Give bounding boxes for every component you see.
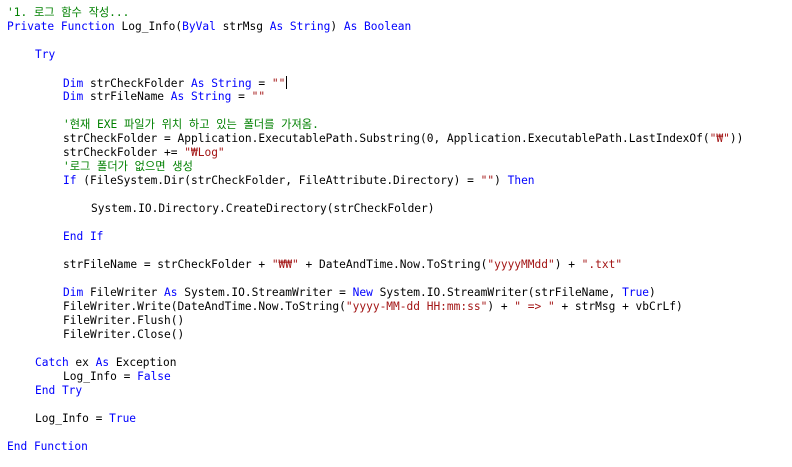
code-token: )) bbox=[729, 132, 744, 145]
code-line[interactable]: strCheckFolder += "₩Log" bbox=[63, 146, 225, 160]
code-token: strCheckFolder = Application.ExecutableP… bbox=[63, 132, 710, 145]
keyword-token: False bbox=[137, 370, 171, 383]
code-token: ) + bbox=[487, 300, 515, 313]
code-token: Log_Info( bbox=[114, 20, 183, 33]
keyword-token: ByVal bbox=[182, 20, 216, 33]
keyword-token: New bbox=[352, 286, 373, 299]
text-caret bbox=[286, 76, 288, 89]
code-line[interactable]: '로그 폴더가 없으면 생성 bbox=[63, 160, 193, 174]
keyword-token: End Function bbox=[7, 440, 88, 453]
code-line[interactable]: Log_Info = True bbox=[35, 412, 136, 426]
keyword-token: Dim bbox=[63, 286, 84, 299]
code-line[interactable]: FileWriter.Flush() bbox=[63, 314, 184, 328]
keyword-token: As String bbox=[191, 77, 252, 90]
keyword-token: As bbox=[95, 356, 110, 369]
comment-token: '1. 로그 함수 작성... bbox=[7, 6, 130, 19]
keyword-token: Dim bbox=[63, 77, 84, 90]
string-token: "yyyy-MM-dd HH:mm:ss" bbox=[345, 300, 488, 313]
keyword-token: Dim bbox=[63, 90, 84, 103]
code-token: System.IO.StreamWriter(strFileName, bbox=[372, 286, 623, 299]
code-line[interactable]: Dim strFileName As String = "" bbox=[63, 90, 265, 104]
code-line[interactable]: Log_Info = False bbox=[63, 370, 171, 384]
code-token: strFileName bbox=[83, 90, 171, 103]
keyword-token: As String bbox=[170, 90, 232, 103]
code-token: = bbox=[231, 90, 252, 103]
string-token: "" bbox=[271, 77, 286, 90]
string-token: " => " bbox=[514, 300, 555, 313]
code-token: ) bbox=[494, 174, 508, 187]
keyword-token: End If bbox=[63, 230, 104, 243]
string-token: "₩₩" bbox=[271, 258, 299, 271]
code-token: FileWriter.Write(DateAndTime.Now.ToStrin… bbox=[63, 300, 346, 313]
code-line[interactable]: FileWriter.Close() bbox=[63, 328, 184, 342]
keyword-token: As bbox=[164, 286, 178, 299]
code-line[interactable]: End If bbox=[63, 230, 103, 244]
keyword-token: As String bbox=[269, 20, 331, 33]
code-token: ) bbox=[649, 286, 656, 299]
keyword-token: True bbox=[622, 286, 650, 299]
code-line[interactable]: End Try bbox=[35, 384, 82, 398]
code-token: System.IO.StreamWriter = bbox=[177, 286, 353, 299]
comment-token: '로그 폴더가 없으면 생성 bbox=[63, 160, 193, 173]
code-line[interactable]: Try bbox=[35, 48, 55, 62]
code-token: (FileSystem.Dir(strCheckFolder, FileAttr… bbox=[76, 174, 481, 187]
code-token: System.IO.Directory.CreateDirectory(strC… bbox=[91, 202, 435, 215]
code-line[interactable]: strFileName = strCheckFolder + "₩₩" + Da… bbox=[63, 258, 622, 272]
code-token: Log_Info = bbox=[35, 412, 110, 425]
code-token: + DateAndTime.Now.ToString( bbox=[298, 258, 488, 271]
code-line[interactable]: Catch ex As Exception bbox=[35, 356, 176, 370]
string-token: ".txt" bbox=[581, 258, 623, 271]
keyword-token: Catch bbox=[35, 356, 69, 369]
code-token: Log_Info = bbox=[63, 370, 138, 383]
code-token: strMsg bbox=[215, 20, 270, 33]
string-token: "" bbox=[251, 90, 266, 103]
code-token: ) + bbox=[554, 258, 582, 271]
keyword-token: As Boolean bbox=[343, 20, 412, 33]
code-token: FileWriter bbox=[83, 286, 165, 299]
string-token: "" bbox=[480, 174, 495, 187]
code-token: strCheckFolder bbox=[83, 77, 191, 90]
code-token: + strMsg + vbCrLf) bbox=[554, 300, 683, 313]
comment-token: '현재 EXE 파일가 위치 하고 있는 폴더를 가져옴. bbox=[63, 118, 319, 131]
code-line[interactable]: Dim strCheckFolder As String = "" bbox=[63, 76, 288, 90]
code-token: FileWriter.Close() bbox=[63, 328, 185, 341]
code-token: ex bbox=[68, 356, 96, 369]
keyword-token: Private Function bbox=[7, 20, 115, 33]
string-token: "yyyyMMdd" bbox=[487, 258, 555, 271]
code-line[interactable]: '현재 EXE 파일가 위치 하고 있는 폴더를 가져옴. bbox=[63, 118, 319, 132]
code-line[interactable]: '1. 로그 함수 작성... bbox=[7, 6, 129, 20]
keyword-token: Try bbox=[35, 48, 56, 61]
code-token: FileWriter.Flush() bbox=[63, 314, 185, 327]
code-line[interactable]: Dim FileWriter As System.IO.StreamWriter… bbox=[63, 286, 656, 300]
code-token: Exception bbox=[109, 356, 177, 369]
keyword-token: True bbox=[109, 412, 137, 425]
string-token: "₩Log" bbox=[184, 146, 225, 159]
code-line[interactable]: Private Function Log_Info(ByVal strMsg A… bbox=[7, 20, 411, 34]
code-line[interactable]: FileWriter.Write(DateAndTime.Now.ToStrin… bbox=[63, 300, 683, 314]
code-line[interactable]: End Function bbox=[7, 440, 88, 454]
keyword-token: If bbox=[63, 174, 77, 187]
code-token: strCheckFolder += bbox=[63, 146, 185, 159]
code-token: = bbox=[251, 77, 272, 90]
code-token: strFileName = strCheckFolder + bbox=[63, 258, 272, 271]
code-line[interactable]: System.IO.Directory.CreateDirectory(strC… bbox=[91, 202, 435, 216]
code-line[interactable]: strCheckFolder = Application.ExecutableP… bbox=[63, 132, 743, 146]
string-token: "₩" bbox=[709, 132, 730, 145]
keyword-token: End Try bbox=[35, 384, 83, 397]
code-token: ) bbox=[330, 20, 344, 33]
keyword-token: Then bbox=[507, 174, 535, 187]
code-editor[interactable]: '1. 로그 함수 작성... Private Function Log_Info… bbox=[0, 0, 792, 467]
code-line[interactable]: If (FileSystem.Dir(strCheckFolder, FileA… bbox=[63, 174, 535, 188]
